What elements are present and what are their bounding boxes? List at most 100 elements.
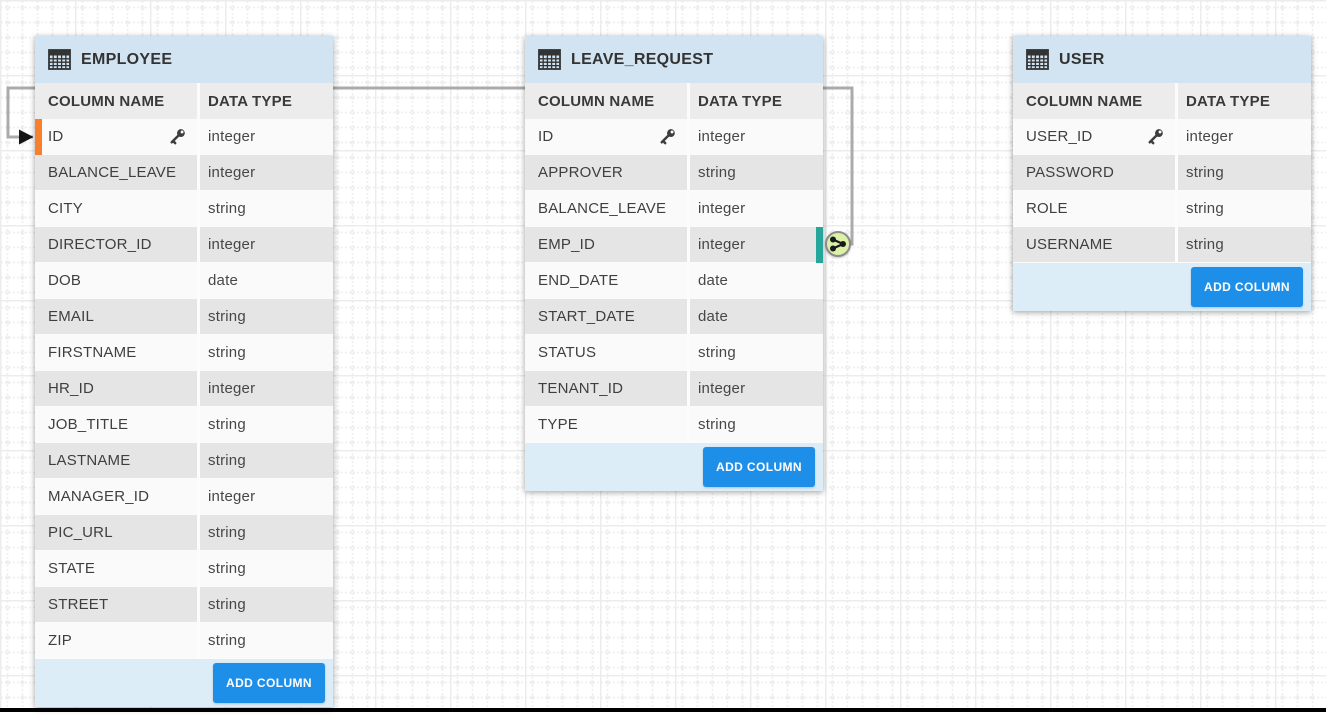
column-name: ID	[48, 128, 63, 145]
column-name: STATE	[48, 560, 95, 577]
table-header[interactable]: EMPLOYEE	[35, 36, 333, 83]
data-type-header: DATA TYPE	[200, 83, 333, 119]
column-name-header: COLUMN NAME	[525, 83, 687, 119]
table-row[interactable]: END_DATE date	[525, 263, 823, 299]
table-row[interactable]: USERNAME string	[1013, 227, 1311, 263]
table-row[interactable]: ID integer	[35, 119, 333, 155]
table-row[interactable]: STREET string	[35, 587, 333, 623]
canvas-bottom-edge	[0, 708, 1326, 712]
column-name: JOB_TITLE	[48, 416, 128, 433]
column-data-type: string	[208, 308, 246, 325]
table-header[interactable]: USER	[1013, 36, 1311, 83]
column-data-type: date	[208, 272, 238, 289]
table-user[interactable]: USER COLUMN NAME DATA TYPE USER_ID	[1013, 36, 1311, 311]
column-data-type: integer	[208, 128, 255, 145]
column-name: MANAGER_ID	[48, 488, 149, 505]
column-name: BALANCE_LEAVE	[538, 200, 666, 217]
column-data-type: date	[698, 308, 728, 325]
table-row[interactable]: ZIP string	[35, 623, 333, 659]
table-row[interactable]: TENANT_ID integer	[525, 371, 823, 407]
table-footer: ADD COLUMN	[1013, 263, 1311, 311]
table-title: USER	[1059, 51, 1105, 69]
add-column-button[interactable]: ADD COLUMN	[1191, 267, 1303, 307]
column-data-type: string	[1186, 200, 1224, 217]
column-data-type: integer	[208, 164, 255, 181]
column-name: STATUS	[538, 344, 596, 361]
column-name: ID	[538, 128, 553, 145]
table-header[interactable]: LEAVE_REQUEST	[525, 36, 823, 83]
column-header-row: COLUMN NAME DATA TYPE	[35, 83, 333, 119]
table-row[interactable]: START_DATE date	[525, 299, 823, 335]
schema-canvas[interactable]: EMPLOYEE COLUMN NAME DATA TYPE ID	[0, 0, 1326, 708]
table-grid-icon	[1026, 49, 1049, 70]
table-rows: ID integer	[35, 119, 333, 659]
column-name: HR_ID	[48, 380, 94, 397]
table-row[interactable]: LASTNAME string	[35, 443, 333, 479]
table-rows: ID integer	[525, 119, 823, 443]
table-row[interactable]: PIC_URL string	[35, 515, 333, 551]
column-name: ZIP	[48, 632, 72, 649]
table-row[interactable]: MANAGER_ID integer	[35, 479, 333, 515]
table-row[interactable]: EMP_ID integer	[525, 227, 823, 263]
column-data-type: date	[698, 272, 728, 289]
add-column-button[interactable]: ADD COLUMN	[703, 447, 815, 487]
column-name: DOB	[48, 272, 81, 289]
column-data-type: integer	[1186, 128, 1233, 145]
table-row[interactable]: BALANCE_LEAVE integer	[525, 191, 823, 227]
column-data-type: string	[1186, 236, 1224, 253]
column-name: START_DATE	[538, 308, 635, 325]
table-row[interactable]: DOB date	[35, 263, 333, 299]
column-name: PASSWORD	[1026, 164, 1114, 181]
table-footer: ADD COLUMN	[525, 443, 823, 491]
column-data-type: string	[208, 596, 246, 613]
column-data-type: integer	[208, 236, 255, 253]
column-data-type: string	[208, 560, 246, 577]
table-row[interactable]: PASSWORD string	[1013, 155, 1311, 191]
table-row[interactable]: TYPE string	[525, 407, 823, 443]
table-row[interactable]: STATUS string	[525, 335, 823, 371]
column-name: BALANCE_LEAVE	[48, 164, 176, 181]
data-type-header: DATA TYPE	[1178, 83, 1311, 119]
column-header-row: COLUMN NAME DATA TYPE	[525, 83, 823, 119]
table-row[interactable]: STATE string	[35, 551, 333, 587]
table-title: LEAVE_REQUEST	[571, 51, 713, 69]
table-row[interactable]: ROLE string	[1013, 191, 1311, 227]
table-employee[interactable]: EMPLOYEE COLUMN NAME DATA TYPE ID	[35, 36, 333, 707]
relationship-target-marker	[816, 227, 823, 263]
table-row[interactable]: EMAIL string	[35, 299, 333, 335]
table-grid-icon	[48, 49, 71, 70]
table-row[interactable]: ID integer	[525, 119, 823, 155]
column-name: END_DATE	[538, 272, 619, 289]
column-name-header: COLUMN NAME	[35, 83, 197, 119]
column-data-type: string	[698, 344, 736, 361]
table-row[interactable]: USER_ID integer	[1013, 119, 1311, 155]
column-name: CITY	[48, 200, 83, 217]
column-data-type: string	[208, 524, 246, 541]
table-row[interactable]: CITY string	[35, 191, 333, 227]
table-row[interactable]: APPROVER string	[525, 155, 823, 191]
relationship-many-connector-icon[interactable]	[825, 231, 851, 257]
column-name: PIC_URL	[48, 524, 113, 541]
table-footer: ADD COLUMN	[35, 659, 333, 707]
column-name: EMAIL	[48, 308, 94, 325]
primary-key-icon	[658, 127, 677, 146]
column-data-type: integer	[208, 380, 255, 397]
table-rows: USER_ID integer	[1013, 119, 1311, 263]
add-column-button[interactable]: ADD COLUMN	[213, 663, 325, 703]
table-row[interactable]: JOB_TITLE string	[35, 407, 333, 443]
column-data-type: integer	[698, 128, 745, 145]
column-name: LASTNAME	[48, 452, 130, 469]
table-row[interactable]: FIRSTNAME string	[35, 335, 333, 371]
table-row[interactable]: DIRECTOR_ID integer	[35, 227, 333, 263]
column-name: FIRSTNAME	[48, 344, 136, 361]
table-row[interactable]: HR_ID integer	[35, 371, 333, 407]
column-name: USER_ID	[1026, 128, 1092, 145]
table-title: EMPLOYEE	[81, 51, 172, 69]
column-data-type: integer	[698, 236, 745, 253]
primary-key-icon	[1146, 127, 1165, 146]
column-name: ROLE	[1026, 200, 1068, 217]
table-row[interactable]: BALANCE_LEAVE integer	[35, 155, 333, 191]
column-data-type: string	[208, 452, 246, 469]
relationship-one-arrow-icon	[19, 130, 34, 145]
table-leave-request[interactable]: LEAVE_REQUEST COLUMN NAME DATA TYPE ID	[525, 36, 823, 491]
